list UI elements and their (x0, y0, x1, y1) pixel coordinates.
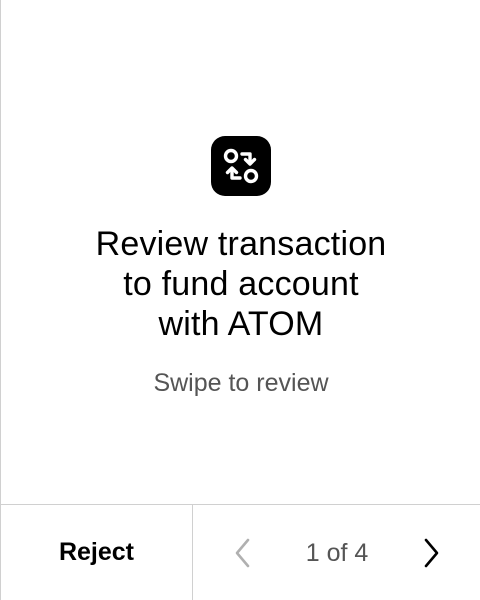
reject-button[interactable]: Reject (1, 505, 193, 600)
previous-page-button[interactable] (225, 535, 261, 571)
title-line: to fund account (123, 265, 359, 303)
title-line: with ATOM (158, 305, 324, 343)
page-title: Review transaction to fund account with … (21, 224, 461, 344)
transaction-swap-icon (211, 136, 271, 196)
pager: 1 of 4 (193, 505, 480, 600)
chevron-left-icon (235, 538, 250, 568)
next-page-button[interactable] (413, 535, 449, 571)
swipe-hint: Swipe to review (153, 369, 329, 397)
review-intro[interactable]: Review transaction to fund account with … (1, 0, 480, 504)
review-screen: Review transaction to fund account with … (0, 0, 480, 600)
chevron-right-icon (424, 538, 439, 568)
title-line: Review transaction (95, 225, 387, 263)
footer-bar: Reject 1 of 4 (1, 504, 480, 600)
page-indicator: 1 of 4 (305, 539, 369, 567)
